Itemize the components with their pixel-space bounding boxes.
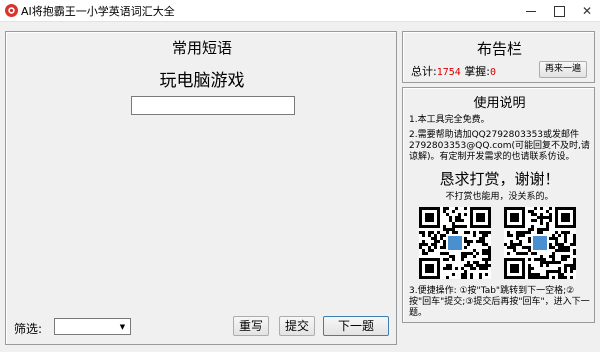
help-line-2: 2.需要帮助请加QQ2792803353或发邮件2792803353@QQ.co… <box>409 130 590 162</box>
filter-select[interactable]: ▼ <box>54 318 131 335</box>
mastered-label: 掌握: <box>464 65 491 78</box>
submit-button[interactable]: 提交 <box>279 316 315 336</box>
total-label: 总计: <box>411 65 437 78</box>
filter-label: 筛选: <box>14 322 43 336</box>
qr-code-icon <box>504 207 576 279</box>
mastered-value: 0 <box>490 67 497 78</box>
donation-heading: 恳求打赏，谢谢！ <box>439 170 560 188</box>
minimize-button[interactable] <box>517 0 545 22</box>
maximize-button[interactable] <box>545 0 573 22</box>
qr-code-icon <box>419 207 491 279</box>
close-button[interactable]: ✕ <box>573 0 600 22</box>
next-button[interactable]: 下一题 <box>323 316 389 336</box>
answer-input[interactable] <box>131 96 295 115</box>
app-icon <box>5 4 18 17</box>
title-bar: AI将抱霸王一小学英语词汇大全 ✕ <box>0 0 600 22</box>
stats-line: 总计:1754 掌握:0 <box>411 63 496 79</box>
help-panel: 使用说明 1.本工具完全免费。 2.需要帮助请加QQ2792803353或发邮件… <box>402 87 595 323</box>
category-title: 常用短语 <box>171 39 232 57</box>
help-title: 使用说明 <box>473 96 526 111</box>
reset-button[interactable]: 重写 <box>233 316 269 336</box>
window-title: AI将抱霸王一小学英语词汇大全 <box>21 5 175 18</box>
help-line-1: 1.本工具完全免费。 <box>409 115 490 125</box>
question-phrase: 玩电脑游戏 <box>159 71 245 91</box>
help-line-3: 3.便捷操作: ①按"Tab"跳转到下一空格;②按"回车"提交;③提交后再按"回… <box>409 286 590 318</box>
notice-panel: 布告栏 总计:1754 掌握:0 再来一遍 <box>402 31 595 83</box>
quiz-panel: 常用短语 玩电脑游戏 <box>5 31 397 345</box>
refresh-button[interactable]: 再来一遍 <box>539 61 587 78</box>
donation-subtext: 不打赏也能用，没关系的。 <box>445 192 554 202</box>
total-value: 1754 <box>436 67 461 78</box>
chevron-down-icon[interactable]: ▼ <box>116 320 129 333</box>
notice-title: 布告栏 <box>476 40 522 58</box>
